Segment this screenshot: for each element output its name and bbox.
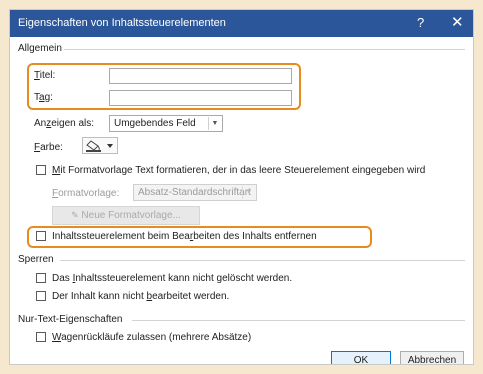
multi-paragraph-checkbox[interactable] [36,332,46,342]
cannot-edit-label: Der Inhalt kann nicht bearbeitet werden. [52,291,230,302]
style-value: Absatz-Standardschriftart [138,187,251,198]
new-style-button[interactable]: ✎ Neue Formatvorlage... [52,206,200,225]
ok-button[interactable]: OK [331,351,391,364]
style-select[interactable]: Absatz-Standardschriftart ▼ [133,184,257,201]
format-style-checkbox-label: Mit Formatvorlage Text formatieren, der … [52,165,426,176]
remove-control-checkbox-label: Inhaltssteuerelement beim Bearbeiten des… [52,231,317,242]
show-as-value: Umgebendes Feld [114,118,196,129]
cannot-delete-label: Das Inhaltssteuerelement kann nicht gelö… [52,273,293,284]
color-label: Farbe: [34,142,63,153]
group-divider [60,260,465,261]
dialog-title: Eigenschaften von Inhaltssteuerelementen [18,17,226,29]
title-label: Titel: [34,70,56,81]
cancel-button[interactable]: Abbrechen [400,351,464,364]
style-label: Formatvorlage: [52,188,120,199]
format-style-checkbox[interactable] [36,165,46,175]
chevron-down-icon: ▼ [208,117,221,130]
tag-input[interactable] [109,90,292,106]
content-control-properties-dialog: Eigenschaften von Inhaltssteuerelementen… [10,10,473,364]
chevron-down-icon: ▼ [242,186,255,199]
group-label-plain-text: Nur-Text-Eigenschaften [18,314,123,325]
group-label-general: Allgemein [18,43,62,54]
group-divider [132,320,465,321]
dialog-titlebar: Eigenschaften von Inhaltssteuerelementen… [10,10,473,37]
multi-paragraph-label: Wagenrückläufe zulassen (mehrere Absätze… [52,332,252,343]
help-icon[interactable]: ? [417,15,424,30]
cannot-edit-checkbox[interactable] [36,291,46,301]
close-icon[interactable]: ✕ [451,13,464,31]
show-as-label: Anzeigen als: [34,118,95,129]
title-input[interactable] [109,68,292,84]
cannot-delete-checkbox[interactable] [36,273,46,283]
remove-control-checkbox[interactable] [36,231,46,241]
tag-label: Tag: [34,92,53,103]
group-label-locking: Sperren [18,254,54,265]
group-divider [64,49,465,50]
show-as-select[interactable]: Umgebendes Feld ▼ [109,115,223,132]
paint-bucket-icon [86,140,113,152]
new-style-icon: ✎ [71,210,79,220]
new-style-label: Neue Formatvorlage... [81,210,181,221]
color-picker-button[interactable] [82,137,118,154]
